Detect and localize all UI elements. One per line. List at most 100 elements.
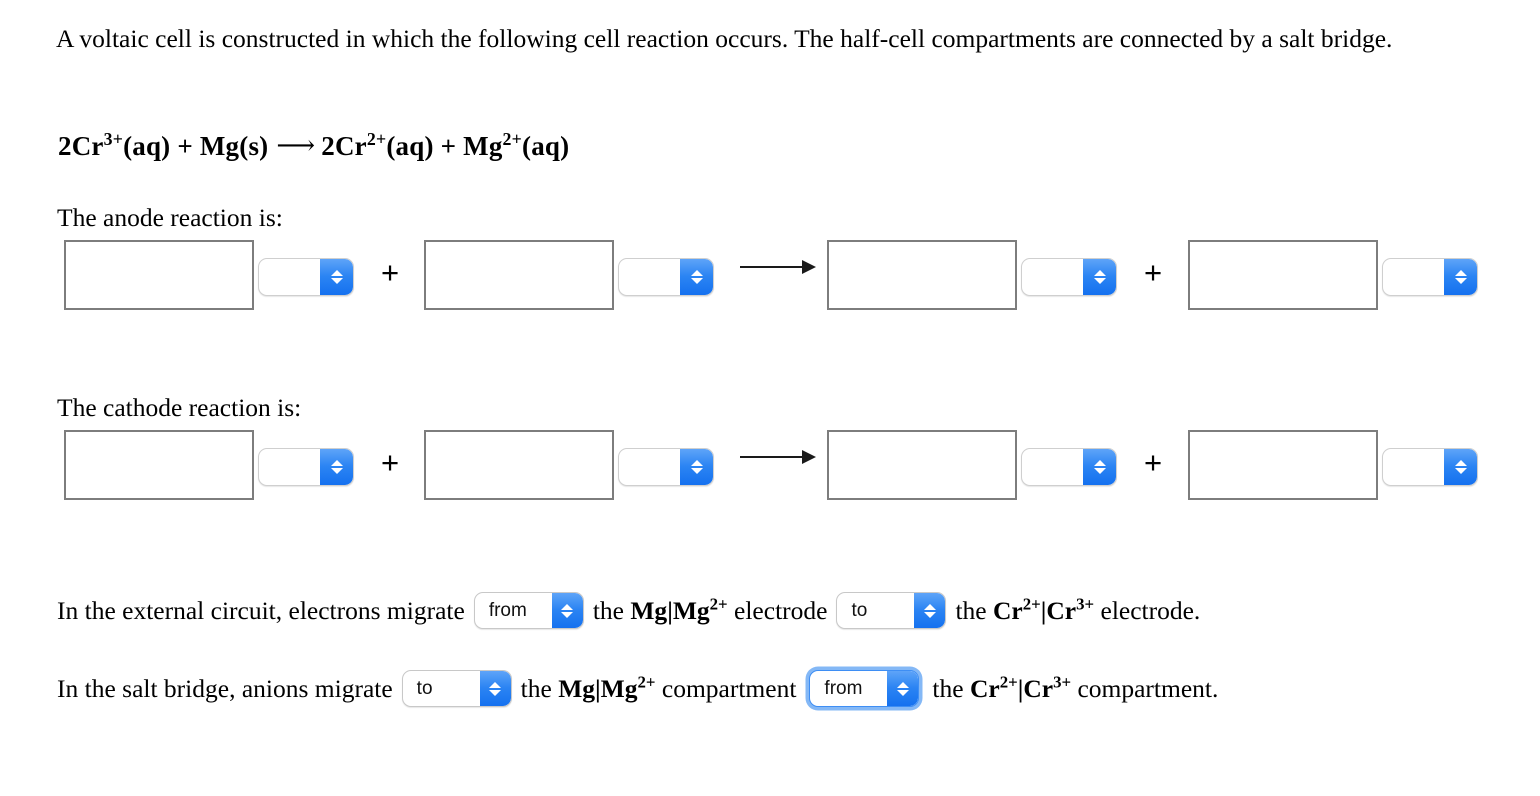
electrode-2-charge-1: 2+ [1022, 594, 1041, 613]
worksheet-page: A voltaic cell is constructed in which t… [0, 0, 1540, 796]
stepper-icon[interactable] [551, 593, 583, 628]
equation-right-species-2-charge: 2+ [502, 129, 523, 149]
salt-bridge-text-1: In the salt bridge, anions migrate [57, 673, 393, 703]
anode-input-2[interactable] [424, 240, 614, 310]
external-circuit-text-4: the [955, 595, 987, 625]
chevron-down-icon [923, 611, 936, 618]
external-circuit-text-5: electrode. [1100, 595, 1201, 625]
stepper-icon[interactable] [1444, 259, 1477, 295]
equation-left-species-1-charge: 3+ [103, 129, 124, 149]
stepper-icon[interactable] [320, 259, 353, 295]
anode-state-select-4[interactable] [1382, 258, 1478, 296]
electrode-2-base-1: Cr [993, 595, 1023, 625]
salt-bridge-text-4: the [932, 673, 964, 703]
salt-bridge-text-5: compartment. [1077, 673, 1219, 703]
external-circuit-text-2: the [592, 595, 624, 625]
cathode-state-select-4[interactable] [1382, 448, 1478, 486]
salt-bridge-text-3: compartment [661, 673, 797, 703]
arrow-head [802, 450, 816, 464]
salt-bridge-compartment-1: Mg|Mg2+ [558, 672, 656, 704]
arrow-head [802, 260, 816, 274]
external-circuit-electrode-2: Cr2+|Cr3+ [993, 594, 1094, 626]
equation-right-species-1-state: (aq) [386, 131, 434, 161]
stepper-icon[interactable] [914, 593, 946, 628]
compartment-1-base-2: Mg [600, 673, 638, 703]
chevron-down-icon [690, 468, 703, 474]
stepper-icon[interactable] [887, 671, 919, 706]
salt-bridge-statement: In the salt bridge, anions migrate to th… [57, 670, 1218, 707]
cathode-plus-1: + [381, 445, 400, 480]
cathode-state-select-1[interactable] [258, 448, 354, 486]
compartment-2-charge-1: 2+ [999, 672, 1018, 691]
compartment-1-base-1: Mg [558, 673, 596, 703]
stepper-icon[interactable] [320, 449, 353, 485]
equation-plus-right: + [440, 131, 457, 161]
external-circuit-text-1: In the external circuit, electrons migra… [57, 595, 465, 625]
cathode-input-4[interactable] [1188, 430, 1378, 500]
chevron-up-icon [561, 603, 574, 610]
chevron-down-icon [489, 689, 502, 696]
stepper-icon[interactable] [680, 259, 713, 295]
anode-input-4[interactable] [1188, 240, 1378, 310]
external-circuit-direction-select-2[interactable]: to [836, 592, 947, 629]
chevron-down-icon [1454, 278, 1467, 284]
chevron-down-icon [1093, 468, 1106, 474]
chevron-up-icon [1093, 270, 1106, 276]
stepper-icon[interactable] [1083, 259, 1116, 295]
select-value: from [824, 677, 863, 699]
equation-left-species-2: Mg(s) [199, 131, 269, 161]
chevron-up-icon [330, 460, 343, 466]
chevron-down-icon [690, 278, 703, 284]
select-value: to [416, 677, 433, 699]
external-circuit-direction-select-1[interactable]: from [473, 592, 584, 629]
compartment-1-charge-2: 2+ [637, 672, 656, 691]
equation-left-species-1-state: (aq) [123, 131, 171, 161]
chevron-down-icon [330, 468, 343, 474]
salt-bridge-direction-select-2[interactable]: from [809, 670, 920, 707]
arrow-shaft [740, 266, 808, 268]
chevron-down-icon [896, 689, 909, 696]
anode-input-1[interactable] [64, 240, 254, 310]
salt-bridge-compartment-2: Cr2+|Cr3+ [969, 672, 1071, 704]
cathode-input-1[interactable] [64, 430, 254, 500]
anode-state-select-1[interactable] [258, 258, 354, 296]
chevron-down-icon [1093, 278, 1106, 284]
electrode-1-charge-2: 2+ [709, 594, 728, 613]
compartment-2-base-2: Cr [1023, 673, 1054, 703]
chevron-down-icon [1454, 468, 1467, 474]
chevron-up-icon [330, 270, 343, 276]
chevron-down-icon [561, 611, 574, 618]
external-circuit-text-3: electrode [734, 595, 828, 625]
select-value: to [851, 599, 868, 621]
stepper-icon[interactable] [479, 671, 511, 706]
anode-plus-2: + [1144, 255, 1163, 290]
equation-right-species-1-base: 2Cr [321, 131, 367, 161]
external-circuit-electrode-1: Mg|Mg2+ [630, 594, 728, 626]
equation-plus-left: + [177, 131, 193, 161]
chevron-up-icon [690, 270, 703, 276]
anode-state-select-2[interactable] [618, 258, 714, 296]
chevron-up-icon [1093, 460, 1106, 466]
cathode-input-3[interactable] [827, 430, 1017, 500]
equation-right-species-2-state: (aq) [522, 131, 570, 161]
chevron-up-icon [690, 460, 703, 466]
cathode-state-select-3[interactable] [1021, 448, 1117, 486]
chevron-up-icon [896, 681, 909, 688]
question-prompt: A voltaic cell is constructed in which t… [56, 24, 1393, 53]
anode-input-3[interactable] [827, 240, 1017, 310]
cathode-plus-2: + [1144, 445, 1163, 480]
stepper-icon[interactable] [1444, 449, 1477, 485]
electrode-2-base-2: Cr [1046, 595, 1077, 625]
anode-state-select-3[interactable] [1021, 258, 1117, 296]
chevron-up-icon [489, 681, 502, 688]
electrode-1-base-2: Mg [672, 595, 710, 625]
cathode-state-select-2[interactable] [618, 448, 714, 486]
electrode-1-base-1: Mg [630, 595, 668, 625]
salt-bridge-text-2: the [520, 673, 552, 703]
compartment-2-base-1: Cr [969, 673, 1000, 703]
stepper-icon[interactable] [1083, 449, 1116, 485]
stepper-icon[interactable] [680, 449, 713, 485]
chevron-up-icon [923, 603, 936, 610]
salt-bridge-direction-select-1[interactable]: to [401, 670, 512, 707]
cathode-input-2[interactable] [424, 430, 614, 500]
